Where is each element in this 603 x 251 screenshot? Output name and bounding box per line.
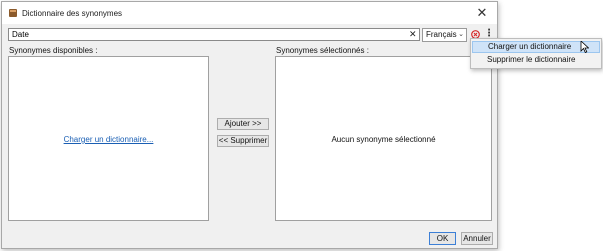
book-icon [9,9,17,17]
selected-synonyms-label: Synonymes sélectionnés : [276,46,369,55]
available-synonyms-list[interactable]: Charger un dictionnaire... [8,56,209,221]
close-button[interactable]: ✕ [475,6,489,20]
search-input[interactable] [8,28,420,41]
remove-button[interactable]: << Supprimer [217,135,269,147]
available-synonyms-label: Synonymes disponibles : [9,46,98,55]
synonyms-dialog: Dictionnaire des synonymes ✕ ✕ Français … [1,1,498,249]
cancel-button[interactable]: Annuler [461,232,493,245]
chevron-down-icon: ⌄ [458,31,464,38]
add-button[interactable]: Ajouter >> [217,118,269,130]
load-dictionary-link[interactable]: Charger un dictionnaire... [9,135,208,144]
empty-selection-text: Aucun synonyme sélectionné [331,135,436,144]
language-selected: Français [426,30,457,39]
selected-synonyms-list[interactable]: Aucun synonyme sélectionné [275,56,492,221]
dialog-title: Dictionnaire des synonymes [22,9,123,18]
mouse-pointer-icon [580,41,589,53]
clear-search-icon[interactable]: ✕ [409,29,417,40]
title-bar: Dictionnaire des synonymes ✕ [2,2,497,24]
language-select[interactable]: Français ⌄ [422,28,467,42]
menu-item-remove-dictionary[interactable]: Supprimer le dictionnaire [472,54,600,66]
ok-button[interactable]: OK [429,232,456,245]
